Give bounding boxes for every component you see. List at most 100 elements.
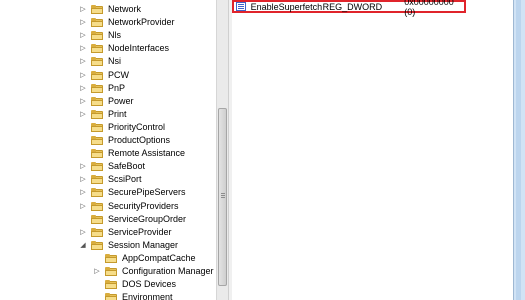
tree-item[interactable]: ▷ Nsi [79,55,121,68]
tree-item-label: SafeBoot [108,161,146,172]
expand-arrow-icon[interactable]: ▷ [79,108,87,121]
folder-icon [105,253,117,263]
folder-icon [105,293,117,300]
tree-item-label: Print [108,108,127,119]
tree-item[interactable]: ▷ ScsiPort [79,173,142,186]
tree-item[interactable]: ▷ NetworkProvider [79,16,175,29]
tree-item-label: Network [108,4,142,14]
tree-item-label: Power [108,95,134,106]
expand-placeholder [79,134,87,147]
expand-arrow-icon[interactable]: ▷ [79,173,87,186]
window-right-frame [513,0,525,300]
tree-item[interactable]: ▷ Configuration Manager [93,265,214,278]
expand-arrow-icon[interactable]: ▷ [79,16,87,29]
tree-item[interactable]: AppCompatCache [93,252,196,265]
expand-arrow-icon[interactable]: ▷ [79,82,87,95]
tree-item-label: SecurityProviders [108,200,179,211]
folder-icon [91,44,103,54]
tree-item-label: ServiceProvider [108,226,172,237]
tree-item-label: AppCompatCache [122,252,196,263]
expand-placeholder [93,291,101,300]
expand-arrow-icon[interactable]: ▷ [79,42,87,55]
tree-vertical-scrollbar[interactable] [216,0,228,300]
value-type: REG_DWORD [322,1,383,12]
expand-placeholder [79,147,87,160]
tree-item[interactable]: DOS Devices [93,278,176,291]
tree-item-label: ScsiPort [108,174,142,185]
tree-item-label: NodeInterfaces [108,43,170,54]
expand-arrow-icon[interactable]: ▷ [79,3,87,16]
value-data: 0x00000000 (0) [404,0,454,17]
expand-arrow-icon[interactable]: ▷ [79,55,87,68]
folder-icon [91,83,103,93]
folder-icon [91,162,103,172]
tree-item-label: Remote Assistance [108,148,186,159]
tree-item[interactable]: ▷ Power [79,95,134,108]
expand-arrow-icon[interactable]: ▷ [79,186,87,199]
registry-values-pane: EnableSuperfetch REG_DWORD 0x00000000 (0… [232,0,513,300]
tree-item[interactable]: ServiceGroupOrder [79,213,186,226]
folder-icon [91,227,103,237]
tree-item-label: PriorityControl [108,121,166,132]
folder-icon [91,5,103,14]
tree-item-label: ServiceGroupOrder [108,213,187,224]
folder-icon [91,109,103,119]
expand-placeholder [79,213,87,226]
folder-icon [91,122,103,132]
tree-item-label: DOS Devices [122,279,177,290]
tree-item[interactable]: ▷ Print [79,108,127,121]
tree-item[interactable]: ▷ SecurityProviders [79,200,179,213]
expand-arrow-icon[interactable]: ▷ [79,29,87,42]
tree-item[interactable]: ProductOptions [79,134,170,147]
expand-arrow-icon[interactable]: ▷ [93,265,101,278]
tree-item[interactable]: ◢ Session Manager [79,239,178,252]
window-frame-edge [516,0,521,300]
folder-icon [91,214,103,224]
expand-arrow-icon[interactable]: ▷ [79,226,87,239]
tree-item-label: Environment [122,292,173,300]
folder-icon [91,96,103,106]
tree-item-label: SecurePipeServers [108,187,186,198]
tree-item-label: PCW [108,69,129,80]
thumb-grip [221,195,225,196]
tree-item[interactable]: Remote Assistance [79,147,185,160]
folder-icon [91,149,103,159]
expand-arrow-icon[interactable]: ▷ [79,69,87,82]
tree-item[interactable]: ▷ NodeInterfaces [79,42,169,55]
folder-icon [91,70,103,80]
folder-icon [91,188,103,198]
registry-key-tree: ▷ Network ▷ NetworkProvider ▷ Nls ▷ NodeInterfa… [0,0,216,300]
tree-item-label: NetworkProvider [108,17,175,28]
reg-binary-icon [236,2,246,11]
folder-icon [91,201,103,211]
tree-item-label: Configuration Manager [122,266,214,276]
tree-item-label: ProductOptions [108,135,171,145]
expand-placeholder [93,252,101,265]
value-name: EnableSuperfetch [250,1,323,12]
expand-arrow-icon[interactable]: ▷ [79,200,87,213]
thumb-grip [221,197,225,198]
folder-icon [91,31,103,41]
expand-arrow-icon[interactable]: ▷ [79,95,87,108]
expand-arrow-icon[interactable]: ◢ [79,239,87,252]
scrollbar-thumb[interactable] [218,108,227,286]
tree-item[interactable]: PriorityControl [79,121,165,134]
tree-item[interactable]: ▷ ServiceProvider [79,226,172,239]
tree-item[interactable]: ▷ SecurePipeServers [79,186,186,199]
folder-icon [91,18,103,28]
expand-arrow-icon[interactable]: ▷ [79,160,87,173]
tree-item[interactable]: ▷ PCW [79,69,129,82]
folder-icon [91,136,103,145]
registry-value-row[interactable]: EnableSuperfetch REG_DWORD 0x00000000 (0… [232,0,466,17]
tree-item[interactable]: ▷ Nls [79,29,121,42]
tree-item-label: Nsi [108,56,121,67]
tree-item[interactable]: Environment [93,291,173,300]
tree-item-label: Session Manager [108,239,179,250]
tree-item-label: Nls [108,30,121,41]
tree-item[interactable]: ▷ SafeBoot [79,160,145,173]
expand-placeholder [79,121,87,134]
folder-icon [91,57,103,67]
tree-item[interactable]: ▷ PnP [79,82,125,95]
tree-item[interactable]: ▷ Network [79,3,141,16]
thumb-grip [221,193,225,194]
